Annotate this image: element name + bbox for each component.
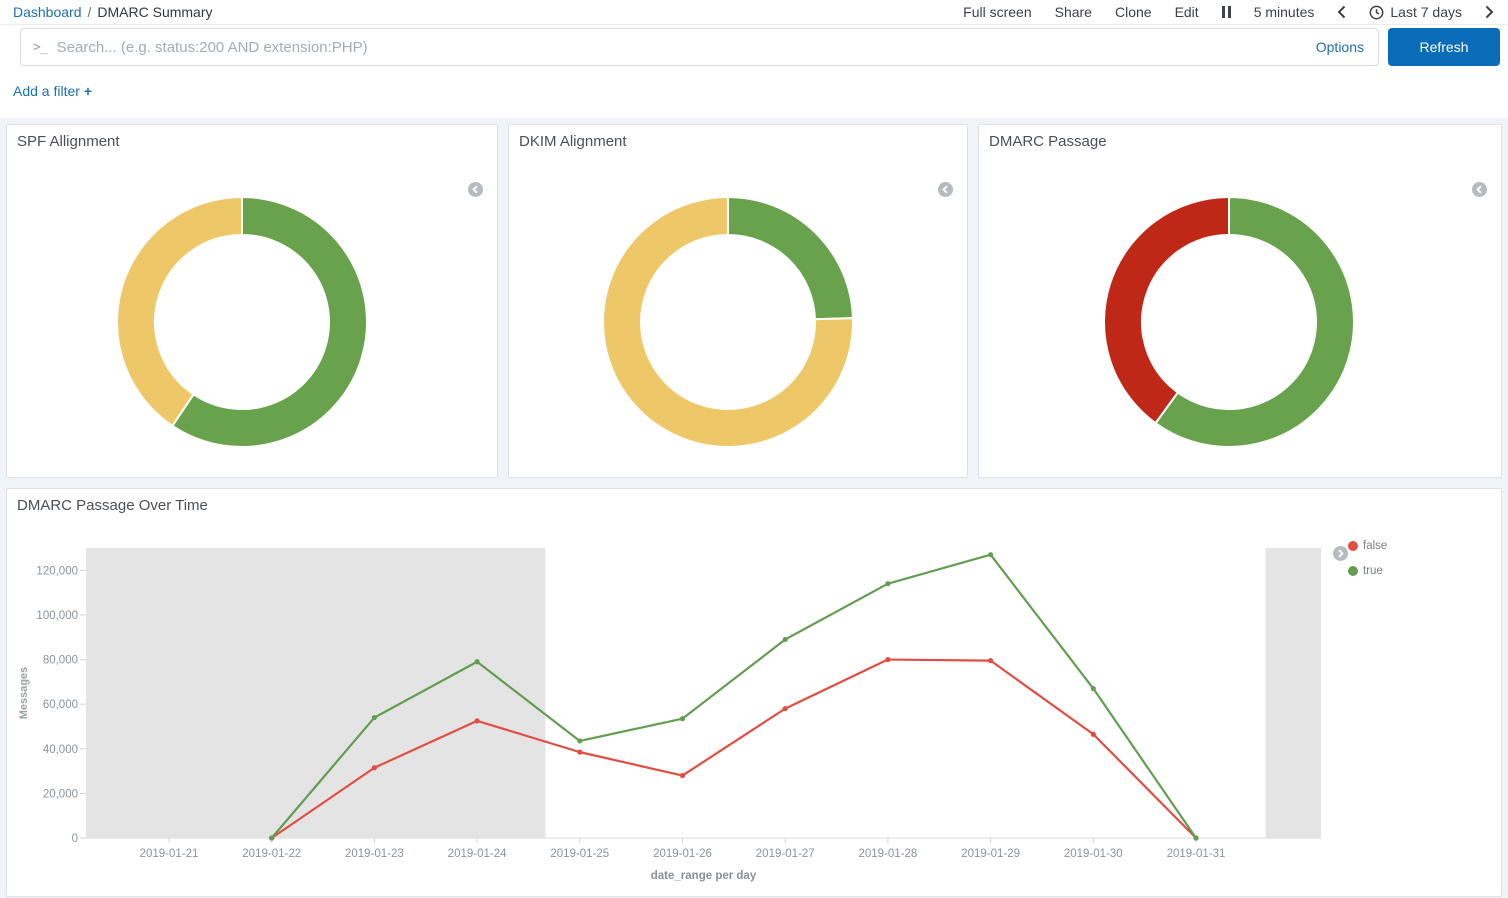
donut-row: SPF Allignment DKIM Alignment DMARC Pass… — [6, 124, 1502, 478]
search-input[interactable] — [57, 39, 1304, 56]
add-filter-button[interactable]: Add a filter + — [13, 83, 92, 99]
add-filter-label: Add a filter — [13, 83, 80, 99]
time-forward-button[interactable] — [1485, 5, 1494, 19]
time-back-button[interactable] — [1337, 5, 1346, 19]
dkim-alignment-donut-chart[interactable] — [602, 196, 854, 448]
query-bar: >_ Options Refresh — [0, 25, 1508, 66]
search-box[interactable]: >_ Options — [20, 28, 1379, 66]
svg-text:20,000: 20,000 — [43, 788, 78, 800]
chevron-left-icon — [1337, 5, 1346, 19]
legend-collapse-icon[interactable] — [1333, 546, 1348, 561]
legend-label: true — [1363, 565, 1383, 577]
svg-text:2019-01-31: 2019-01-31 — [1167, 848, 1226, 860]
svg-text:120,000: 120,000 — [36, 565, 78, 577]
filter-bar: Add a filter + — [0, 66, 1508, 118]
panel-dkim-alignment: DKIM Alignment — [508, 124, 968, 478]
panel-title: DMARC Passage — [979, 125, 1501, 158]
dmarc-passage-donut-chart[interactable] — [1103, 196, 1355, 448]
time-range-picker[interactable]: Last 7 days — [1369, 4, 1462, 20]
share-button[interactable]: Share — [1055, 4, 1092, 20]
legend-dot-false — [1348, 541, 1358, 551]
svg-text:40,000: 40,000 — [43, 744, 78, 756]
panel-title: DMARC Passage Over Time — [7, 489, 1501, 522]
panel-title: SPF Allignment — [7, 125, 497, 158]
svg-text:2019-01-26: 2019-01-26 — [653, 848, 712, 860]
full-screen-button[interactable]: Full screen — [963, 4, 1031, 20]
clone-button[interactable]: Clone — [1115, 4, 1152, 20]
panel-collapse-icon[interactable] — [1472, 182, 1487, 197]
refresh-interval-button[interactable]: 5 minutes — [1254, 4, 1315, 20]
panel-title: DKIM Alignment — [509, 125, 967, 158]
svg-text:60,000: 60,000 — [43, 699, 78, 711]
svg-text:100,000: 100,000 — [36, 610, 78, 622]
legend-label: false — [1363, 540, 1387, 552]
svg-text:0: 0 — [72, 833, 78, 845]
svg-text:2019-01-25: 2019-01-25 — [550, 848, 609, 860]
svg-text:2019-01-27: 2019-01-27 — [756, 848, 815, 860]
time-range-label: Last 7 days — [1390, 4, 1462, 20]
breadcrumb-separator: / — [88, 4, 92, 20]
top-bar: Dashboard / DMARC Summary Full screen Sh… — [0, 0, 1508, 25]
panel-collapse-icon[interactable] — [468, 182, 483, 197]
dmarc-passage-over-time-line-chart[interactable]: 0 20,000 40,000 60,000 80,000 100,000 120,000 2… — [7, 532, 1503, 898]
legend-item-false[interactable]: false — [1348, 540, 1387, 552]
svg-text:2019-01-30: 2019-01-30 — [1064, 848, 1123, 860]
top-actions: Full screen Share Clone Edit 5 minutes L… — [963, 4, 1494, 20]
breadcrumb: Dashboard / DMARC Summary — [13, 4, 213, 20]
svg-text:2019-01-24: 2019-01-24 — [448, 848, 507, 860]
legend-item-true[interactable]: true — [1348, 565, 1387, 577]
legend-dot-true — [1348, 566, 1358, 576]
svg-text:2019-01-21: 2019-01-21 — [140, 848, 199, 860]
svg-text:2019-01-22: 2019-01-22 — [242, 848, 301, 860]
svg-text:80,000: 80,000 — [43, 655, 78, 667]
svg-text:2019-01-23: 2019-01-23 — [345, 848, 404, 860]
page-title: DMARC Summary — [97, 4, 212, 20]
panel-collapse-icon[interactable] — [938, 182, 953, 197]
clock-icon — [1369, 5, 1384, 20]
query-prompt-icon: >_ — [33, 40, 47, 55]
svg-text:date_range per day: date_range per day — [651, 870, 757, 882]
dashboard-grid: SPF Allignment DKIM Alignment DMARC Pass… — [0, 118, 1508, 898]
svg-text:Messages: Messages — [18, 667, 30, 720]
chart-legend: false true — [1348, 540, 1387, 590]
query-options-link[interactable]: Options — [1316, 39, 1364, 55]
plus-icon: + — [84, 83, 92, 99]
panel-dmarc-passage-over-time: DMARC Passage Over Time 0 20,000 40,000 60,… — [6, 488, 1502, 897]
edit-button[interactable]: Edit — [1175, 4, 1199, 20]
panel-spf-alignment: SPF Allignment — [6, 124, 498, 478]
breadcrumb-dashboard-link[interactable]: Dashboard — [13, 4, 82, 20]
pause-icon[interactable] — [1222, 6, 1231, 18]
refresh-button[interactable]: Refresh — [1388, 28, 1500, 66]
chevron-right-icon — [1485, 5, 1494, 19]
svg-text:2019-01-28: 2019-01-28 — [858, 848, 917, 860]
spf-alignment-donut-chart[interactable] — [116, 196, 368, 448]
panel-dmarc-passage: DMARC Passage — [978, 124, 1502, 478]
svg-text:2019-01-29: 2019-01-29 — [961, 848, 1020, 860]
